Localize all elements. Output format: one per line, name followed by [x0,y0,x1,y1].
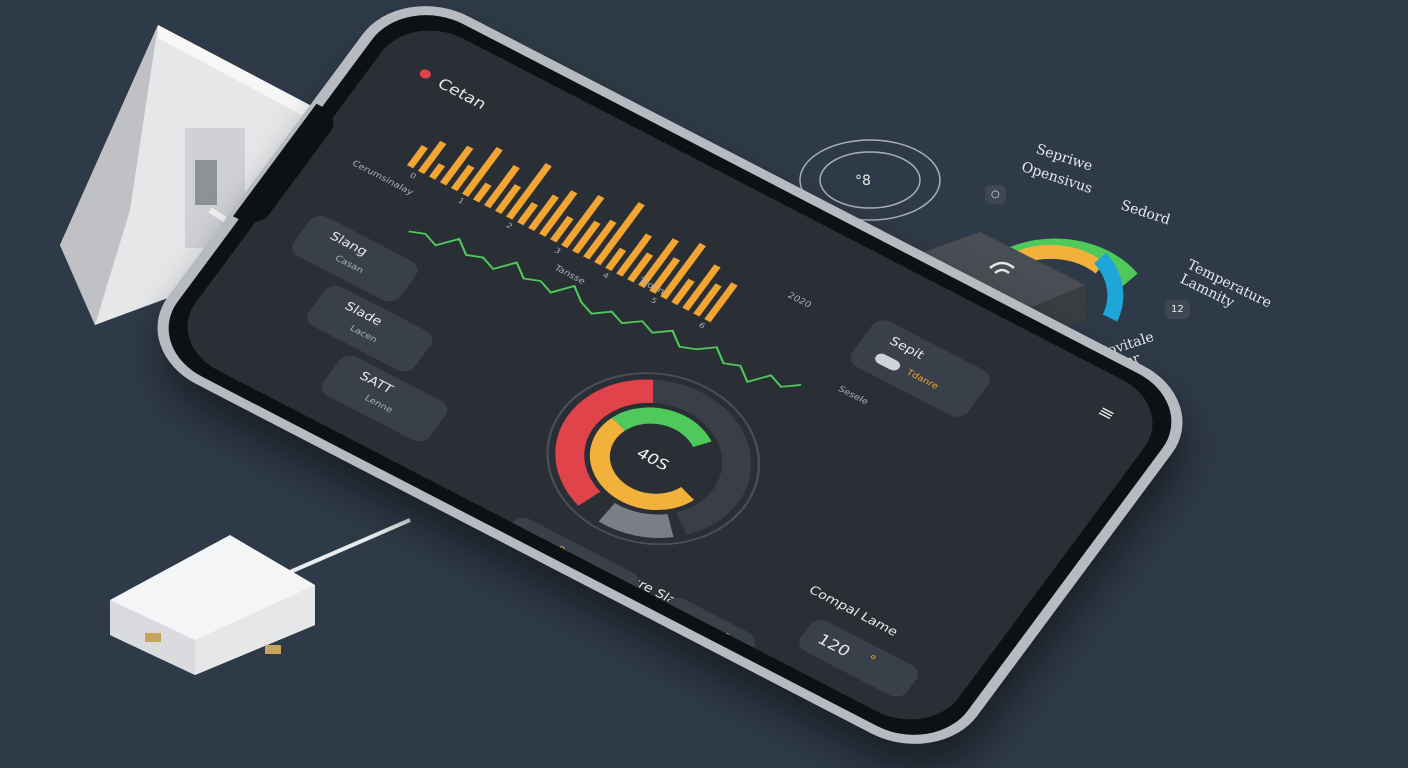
home-indicator[interactable] [658,681,797,739]
sun-icon: ☼ [457,528,482,551]
stat-1-unit: ° [717,630,732,646]
axis-tick-label: 0 [408,171,418,181]
top-card[interactable]: Sepit Tdanre [845,316,995,421]
hub-device [110,518,411,675]
stat-1-value: 131 [670,608,711,638]
record-icon [417,67,433,81]
toggle-icon[interactable] [872,351,903,373]
tile-3[interactable]: SATT Lenne [317,351,452,446]
annotation-chip-12: 12 [1165,300,1190,319]
tile-3-sub: Lenne [362,393,395,416]
stat-3-value: 01 [520,530,551,555]
menu-icon[interactable]: ≡ [1093,402,1119,425]
tile-1-title: Slang [326,229,371,260]
footer-text: Here Lalty Inportans Sepnable... [632,638,811,737]
stat-2-unit: ° [863,652,879,668]
tile-1[interactable]: Slang Casan [287,211,423,306]
svg-text:°8: °8 [855,173,871,189]
tile-2-title: Slade [341,299,385,329]
misc-label-d: 2020 [785,291,813,311]
top-card-sub: Tdanre [904,368,941,392]
annotation-chip-o: ○ [985,185,1006,204]
stat-3-unit: ° [552,543,568,559]
tile-3-title: SATT [356,369,396,397]
stat-card-1[interactable]: 131 ° [650,593,760,669]
bar [528,194,559,232]
app-title: Cetan [434,74,491,113]
annotation-temperature: Temperature Lamnity [1177,256,1275,312]
bar [428,163,446,180]
scene: °8 Sepriwe Opensivus Sedord Temperature … [0,0,1408,768]
tile-2[interactable]: Slade Lacen [302,281,438,376]
stat-2-value: 120 [814,630,855,660]
status-gauge: 40S [546,372,761,546]
gauge-center: 40S [633,444,673,473]
stat-card-2[interactable]: 120 ° [794,615,923,701]
misc-label-e: Sesele [835,384,870,408]
